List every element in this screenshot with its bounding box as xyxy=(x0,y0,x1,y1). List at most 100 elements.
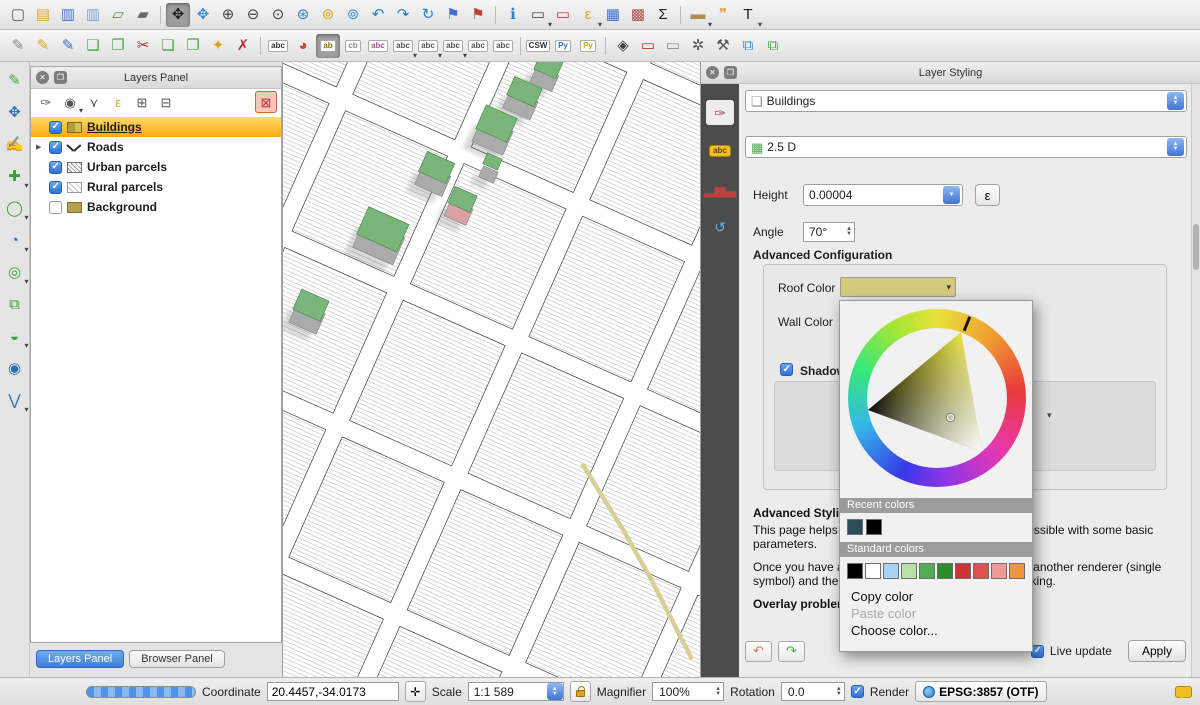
color-swatch[interactable] xyxy=(866,519,882,535)
node-tool[interactable]: ✍ xyxy=(3,132,27,156)
combo-arrows-icon[interactable]: ▲▼ xyxy=(1167,138,1184,156)
color-wheel[interactable] xyxy=(848,309,1026,487)
messages-icon[interactable] xyxy=(1175,686,1192,698)
filter-legend[interactable]: ⋎ xyxy=(83,91,105,113)
saturation-triangle[interactable] xyxy=(848,309,1026,487)
paste-style[interactable]: ❐ xyxy=(106,34,130,58)
identify-features[interactable]: ℹ xyxy=(501,3,525,27)
layer-item[interactable]: ▶ Buildings xyxy=(31,117,281,137)
scrollbar[interactable] xyxy=(1191,84,1200,677)
layer-to-clipboard[interactable]: ⧉ xyxy=(736,34,760,58)
history-tab[interactable]: ↺ xyxy=(706,214,734,239)
zoom-to-layer[interactable]: ⊚ xyxy=(341,3,365,27)
extent-tool[interactable]: ▭ xyxy=(661,34,685,58)
open-layer-styling[interactable]: ✑ xyxy=(35,91,57,113)
clipboard-to-layer[interactable]: ⧉ xyxy=(761,34,785,58)
add-annulus[interactable]: ◎ xyxy=(3,260,27,284)
color-swatch[interactable] xyxy=(1009,563,1025,579)
open-attribute-table[interactable]: ▦ xyxy=(601,3,625,27)
show-bookmarks[interactable]: ⚑ xyxy=(466,3,490,27)
add-ring[interactable]: ◒ xyxy=(3,324,27,348)
labels-tab[interactable]: abc xyxy=(706,138,734,163)
apply-button[interactable]: Apply xyxy=(1128,640,1186,662)
new-project[interactable]: ▢ xyxy=(6,3,30,27)
add-part[interactable]: ⧉ xyxy=(3,292,27,316)
color-selector-knob[interactable] xyxy=(947,414,954,421)
layer-visibility-checkbox[interactable] xyxy=(49,121,62,134)
scale-combo[interactable]: 1:1 589 ▲▼ xyxy=(468,682,564,701)
menu-item[interactable]: Paste color xyxy=(840,605,1032,622)
layer-visibility-checkbox[interactable] xyxy=(49,181,62,194)
measure[interactable]: ▬ xyxy=(686,3,710,27)
layer-visibility-checkbox[interactable] xyxy=(49,161,62,174)
color-swatch[interactable] xyxy=(973,563,989,579)
text-annotation[interactable]: T xyxy=(736,3,760,27)
copy-features[interactable]: ❏ xyxy=(156,34,180,58)
color-swatch[interactable] xyxy=(847,563,863,579)
python-plugin[interactable]: Py xyxy=(576,34,600,58)
select-features[interactable]: ▭ xyxy=(526,3,550,27)
layer-diagram-options[interactable]: ◕ xyxy=(291,34,315,58)
map-tips[interactable]: ❞ xyxy=(711,3,735,27)
label-properties[interactable]: abc xyxy=(491,34,515,58)
close-panel-icon[interactable]: ✕ xyxy=(36,71,49,84)
redo-style-button[interactable]: ↷ xyxy=(778,641,805,662)
color-swatch[interactable] xyxy=(919,563,935,579)
statistical-summary[interactable]: Σ xyxy=(651,3,675,27)
label-move[interactable]: abc xyxy=(441,34,465,58)
scale-lock-button[interactable] xyxy=(570,681,591,702)
vertex-tool[interactable]: ⋁ xyxy=(3,388,27,412)
refresh-map[interactable]: ↻ xyxy=(416,3,440,27)
zoom-full[interactable]: ⊛ xyxy=(291,3,315,27)
color-swatch[interactable] xyxy=(937,563,953,579)
color-swatch[interactable] xyxy=(901,563,917,579)
add-ellipse[interactable]: ◔ xyxy=(3,228,27,252)
paste-features[interactable]: ❐ xyxy=(181,34,205,58)
color-swatch[interactable] xyxy=(883,563,899,579)
roof-color-button[interactable]: ▾ xyxy=(840,277,956,297)
fill-ring[interactable]: ◉ xyxy=(3,356,27,380)
filter-by-expression[interactable]: ε xyxy=(107,91,129,113)
render-checkbox[interactable] xyxy=(851,685,864,698)
float-panel-icon[interactable]: ❐ xyxy=(724,66,737,79)
manage-map-themes[interactable]: ◉ xyxy=(59,91,81,113)
topology-checker[interactable]: ✲ xyxy=(686,34,710,58)
renderer-combo[interactable]: ▦ 2.5 D ▲▼ xyxy=(745,136,1187,158)
pan-map[interactable]: ✥ xyxy=(166,3,190,27)
deselect-features[interactable]: ▭ xyxy=(551,3,575,27)
float-panel-icon[interactable]: ❐ xyxy=(54,71,67,84)
color-swatch[interactable] xyxy=(991,563,1007,579)
layer-item[interactable]: ▶ Urban parcels xyxy=(31,157,281,177)
dock-tab[interactable]: Browser Panel xyxy=(129,650,225,668)
crs-status-button[interactable]: EPSG:3857 (OTF) xyxy=(915,681,1046,702)
layer-item[interactable]: ▶ Roads xyxy=(31,137,281,157)
save-layer-edits[interactable]: ✎ xyxy=(56,34,80,58)
layer-item[interactable]: ▶ Rural parcels xyxy=(31,177,281,197)
zoom-next[interactable]: ↷ xyxy=(391,3,415,27)
combo-arrows-icon[interactable]: ▲▼ xyxy=(1167,92,1184,110)
delete-selected[interactable]: ✗ xyxy=(231,34,255,58)
mouse-position-toggle[interactable]: ✛ xyxy=(405,681,426,702)
layer-item[interactable]: ▶ Background xyxy=(31,197,281,217)
select-by-expression[interactable]: ε xyxy=(576,3,600,27)
toggle-editing[interactable]: ✎ xyxy=(31,34,55,58)
stepper-arrows-icon[interactable]: ▲▼ xyxy=(831,687,842,697)
select-by-rectangle[interactable]: ▭ xyxy=(636,34,660,58)
simplify-feature[interactable]: ✦ xyxy=(206,34,230,58)
zoom-to-selection[interactable]: ⊚ xyxy=(316,3,340,27)
north-arrow[interactable]: ◈ xyxy=(611,34,635,58)
color-swatch[interactable] xyxy=(865,563,881,579)
expand-arrow-icon[interactable]: ▶ xyxy=(36,143,44,151)
rotation-spinbox[interactable]: 0.0 ▲▼ xyxy=(781,682,845,701)
zoom-native[interactable]: ⊙ xyxy=(266,3,290,27)
new-bookmark[interactable]: ⚑ xyxy=(441,3,465,27)
data-defined-override-button[interactable]: ε xyxy=(975,184,1000,206)
remove-layer[interactable]: ⊠ xyxy=(255,91,277,113)
zoom-in[interactable]: ⊕ xyxy=(216,3,240,27)
dock-tab[interactable]: Layers Panel xyxy=(36,650,124,668)
field-calculator[interactable]: ▩ xyxy=(626,3,650,27)
copy-style[interactable]: ❏ xyxy=(81,34,105,58)
stepper-arrows-icon[interactable]: ▲▼ xyxy=(842,227,852,237)
python-console[interactable]: Py xyxy=(551,34,575,58)
open-project[interactable]: ▤ xyxy=(31,3,55,27)
